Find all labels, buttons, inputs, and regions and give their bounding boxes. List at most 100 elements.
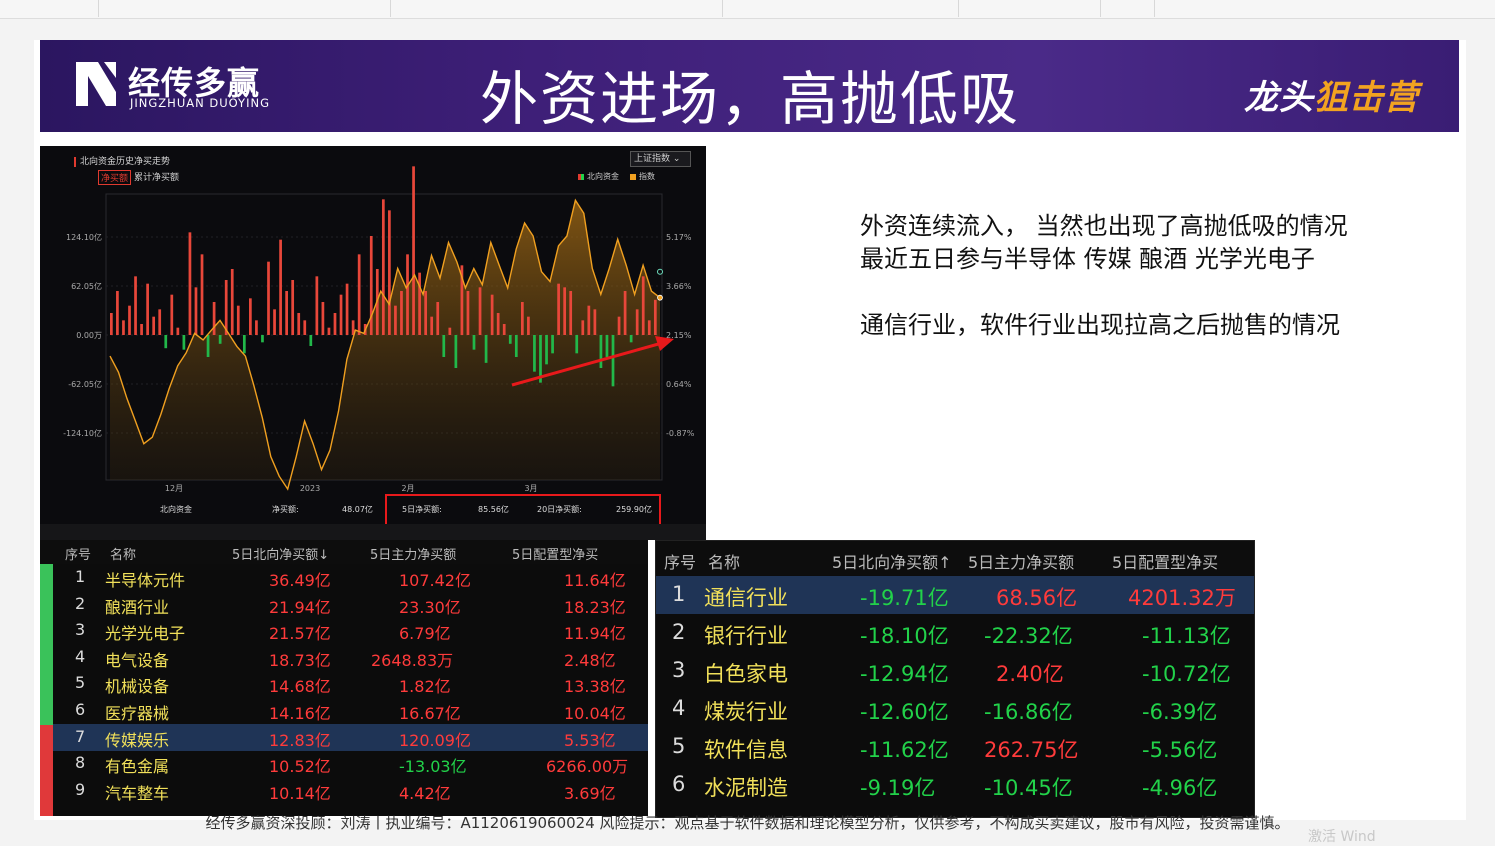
table-row[interactable]: 3 白色家电 -12.94亿 2.40亿 -10.72亿 (656, 652, 1254, 690)
row-name: 白色家电 (704, 661, 788, 686)
net-buy-bar (273, 309, 276, 335)
bottom-net-buy-table: 序号 名称 5日北向净买额↑ 5日主力净买额 5日配置型净买 1 通信行业 -19.… (655, 540, 1255, 818)
table-row[interactable]: 9 汽车整车 10.14亿 4.42亿 3.69亿 (53, 777, 648, 804)
footer-label: 北向资金 (160, 505, 192, 514)
table-row[interactable]: 4 煤炭行业 -12.60亿 -16.86亿 -6.39亿 (656, 690, 1254, 728)
browser-tab[interactable] (396, 0, 723, 17)
row-number: 3 (75, 620, 86, 640)
table-row[interactable]: 1 半导体元件 36.49亿 107.42亿 11.64亿 (53, 564, 648, 591)
row-config-value: -6.39亿 (1142, 699, 1218, 724)
net-buy-bar (146, 283, 149, 335)
col-header-config[interactable]: 5日配置型净买 (1112, 549, 1218, 573)
table-toolbar-strip (40, 524, 706, 540)
row-main-value: 120.09亿 (399, 730, 471, 750)
table-row[interactable]: 1 通信行业 -19.71亿 68.56亿 4201.32万 (656, 576, 1254, 614)
row-main-value: -13.03亿 (399, 757, 467, 777)
row-north-value: 21.57亿 (269, 624, 331, 644)
col-header-name[interactable]: 名称 (110, 544, 136, 563)
col-header-name[interactable]: 名称 (708, 549, 740, 573)
col-header-no[interactable]: 序号 (65, 544, 91, 563)
table-row[interactable]: 5 软件信息 -11.62亿 262.75亿 -5.56亿 (656, 728, 1254, 766)
net-buy-bar (599, 335, 603, 368)
brand-part-b: 狙击营 (1314, 78, 1419, 118)
row-config-value: 13.38亿 (564, 677, 626, 697)
row-number: 9 (75, 779, 86, 799)
y-right-tick-label: 3.66% (666, 282, 692, 291)
row-north-value: 10.14亿 (269, 783, 331, 803)
table-row[interactable]: 6 水泥制造 -9.19亿 -10.45亿 -4.96亿 (656, 766, 1254, 804)
row-main-value: 2.40亿 (996, 661, 1064, 686)
table-row[interactable]: 5 机械设备 14.68亿 1.82亿 13.38亿 (53, 670, 648, 697)
browser-tab[interactable] (100, 0, 391, 17)
row-config-value: 2.48亿 (564, 650, 616, 670)
net-buy-bar (454, 335, 458, 368)
net-buy-bar (605, 335, 609, 357)
table-row[interactable]: 8 有色金属 10.52亿 -13.03亿 6266.00万 (53, 750, 648, 777)
net-buy-bar (400, 291, 403, 335)
row-name: 传媒娱乐 (105, 730, 170, 750)
y-left-tick-label: -62.05亿 (68, 379, 102, 389)
net-buy-bar (194, 287, 198, 335)
row-number: 1 (75, 567, 86, 586)
browser-tab-strip (0, 0, 1495, 19)
row-name: 医疗器械 (105, 704, 170, 723)
col-header-config[interactable]: 5日配置型净买 (512, 544, 598, 563)
col-header-north[interactable]: 5日北向净买额↓ (232, 544, 329, 563)
north-flow-chart-panel: 北向资金历史净买走势 净买额 累计净买额 上证指数 ⌄ 北向资金 指数 124.… (40, 146, 706, 526)
net-buy-bar (581, 320, 585, 335)
net-buy-bar (357, 254, 361, 335)
table-row[interactable]: 6 医疗器械 14.16亿 16.67亿 10.04亿 (53, 697, 648, 724)
net-buy-bar (279, 239, 282, 335)
net-buy-bar (575, 335, 579, 354)
col-header-main[interactable]: 5日主力净买额 (370, 544, 456, 563)
table-row[interactable]: 4 电气设备 18.73亿 2648.83万 2.48亿 (53, 644, 648, 671)
net-buy-bar (345, 283, 349, 335)
north-last-point (657, 268, 663, 275)
row-main-value: 262.75亿 (984, 737, 1079, 762)
row-config-value: -5.56亿 (1142, 737, 1218, 762)
row-name: 机械设备 (105, 677, 170, 697)
slide-title: 外资进场，高抛低吸 (480, 65, 1021, 133)
browser-tab[interactable] (1104, 0, 1155, 17)
net-buy-bar (242, 335, 246, 354)
net-buy-bar (321, 302, 325, 335)
disclaimer-footer: 经传多赢资深投顾：刘涛丨执业编号：A1120619060024 风险提示：观点基… (205, 814, 1290, 832)
net-buy-bar (551, 335, 554, 354)
commentary-line-2: 最近五日参与半导体 传媒 酿酒 光学光电子 (860, 245, 1315, 273)
table-row[interactable]: 2 银行行业 -18.10亿 -22.32亿 -11.13亿 (656, 614, 1254, 652)
row-number: 8 (75, 753, 86, 773)
footer-net-label: 净买额: (272, 505, 299, 514)
row-config-value: 11.64亿 (564, 571, 626, 590)
net-buy-bar (381, 199, 385, 335)
footer-20d-value: 259.90亿 (616, 505, 652, 514)
col-header-main[interactable]: 5日主力净买额 (968, 549, 1074, 573)
table-row[interactable]: 2 酿酒行业 21.94亿 23.30亿 18.23亿 (53, 591, 648, 618)
row-main-value: 4.42亿 (399, 783, 451, 803)
net-buy-bar (267, 261, 270, 335)
row-main-value: 23.30亿 (399, 597, 461, 617)
row-name: 水泥制造 (704, 775, 788, 800)
row-number: 4 (75, 646, 86, 666)
col-header-no[interactable]: 序号 (664, 549, 696, 573)
north-flow-chart: 124.10亿 62.05亿 0.00万 -62.05亿 -124.10亿 5.17% 3.… (63, 166, 695, 493)
net-buy-bar (545, 335, 548, 365)
browser-tab[interactable] (962, 0, 1101, 17)
green-side-bar (40, 540, 53, 725)
net-buy-bar (291, 280, 295, 335)
col-header-north[interactable]: 5日北向净买额↑ (832, 549, 952, 573)
net-buy-bar (563, 287, 567, 335)
browser-tab[interactable] (0, 0, 99, 17)
table-row[interactable]: 7 传媒娱乐 12.83亿 120.09亿 5.53亿 (53, 723, 648, 751)
red-side-bar (40, 725, 53, 816)
browser-tab[interactable] (726, 0, 959, 17)
net-buy-bar (520, 302, 524, 335)
commentary-line-3: 通信行业，软件行业出现拉高之后抛售的情况 (860, 311, 1340, 339)
net-buy-bar (230, 269, 234, 335)
net-buy-bar (593, 309, 597, 335)
row-number: 4 (672, 695, 686, 720)
net-buy-bar (236, 305, 240, 335)
net-buy-bar (466, 291, 470, 335)
row-number: 6 (75, 700, 86, 719)
table-row[interactable]: 3 光学光电子 21.57亿 6.79亿 11.94亿 (53, 617, 648, 644)
net-buy-bar (182, 335, 186, 350)
